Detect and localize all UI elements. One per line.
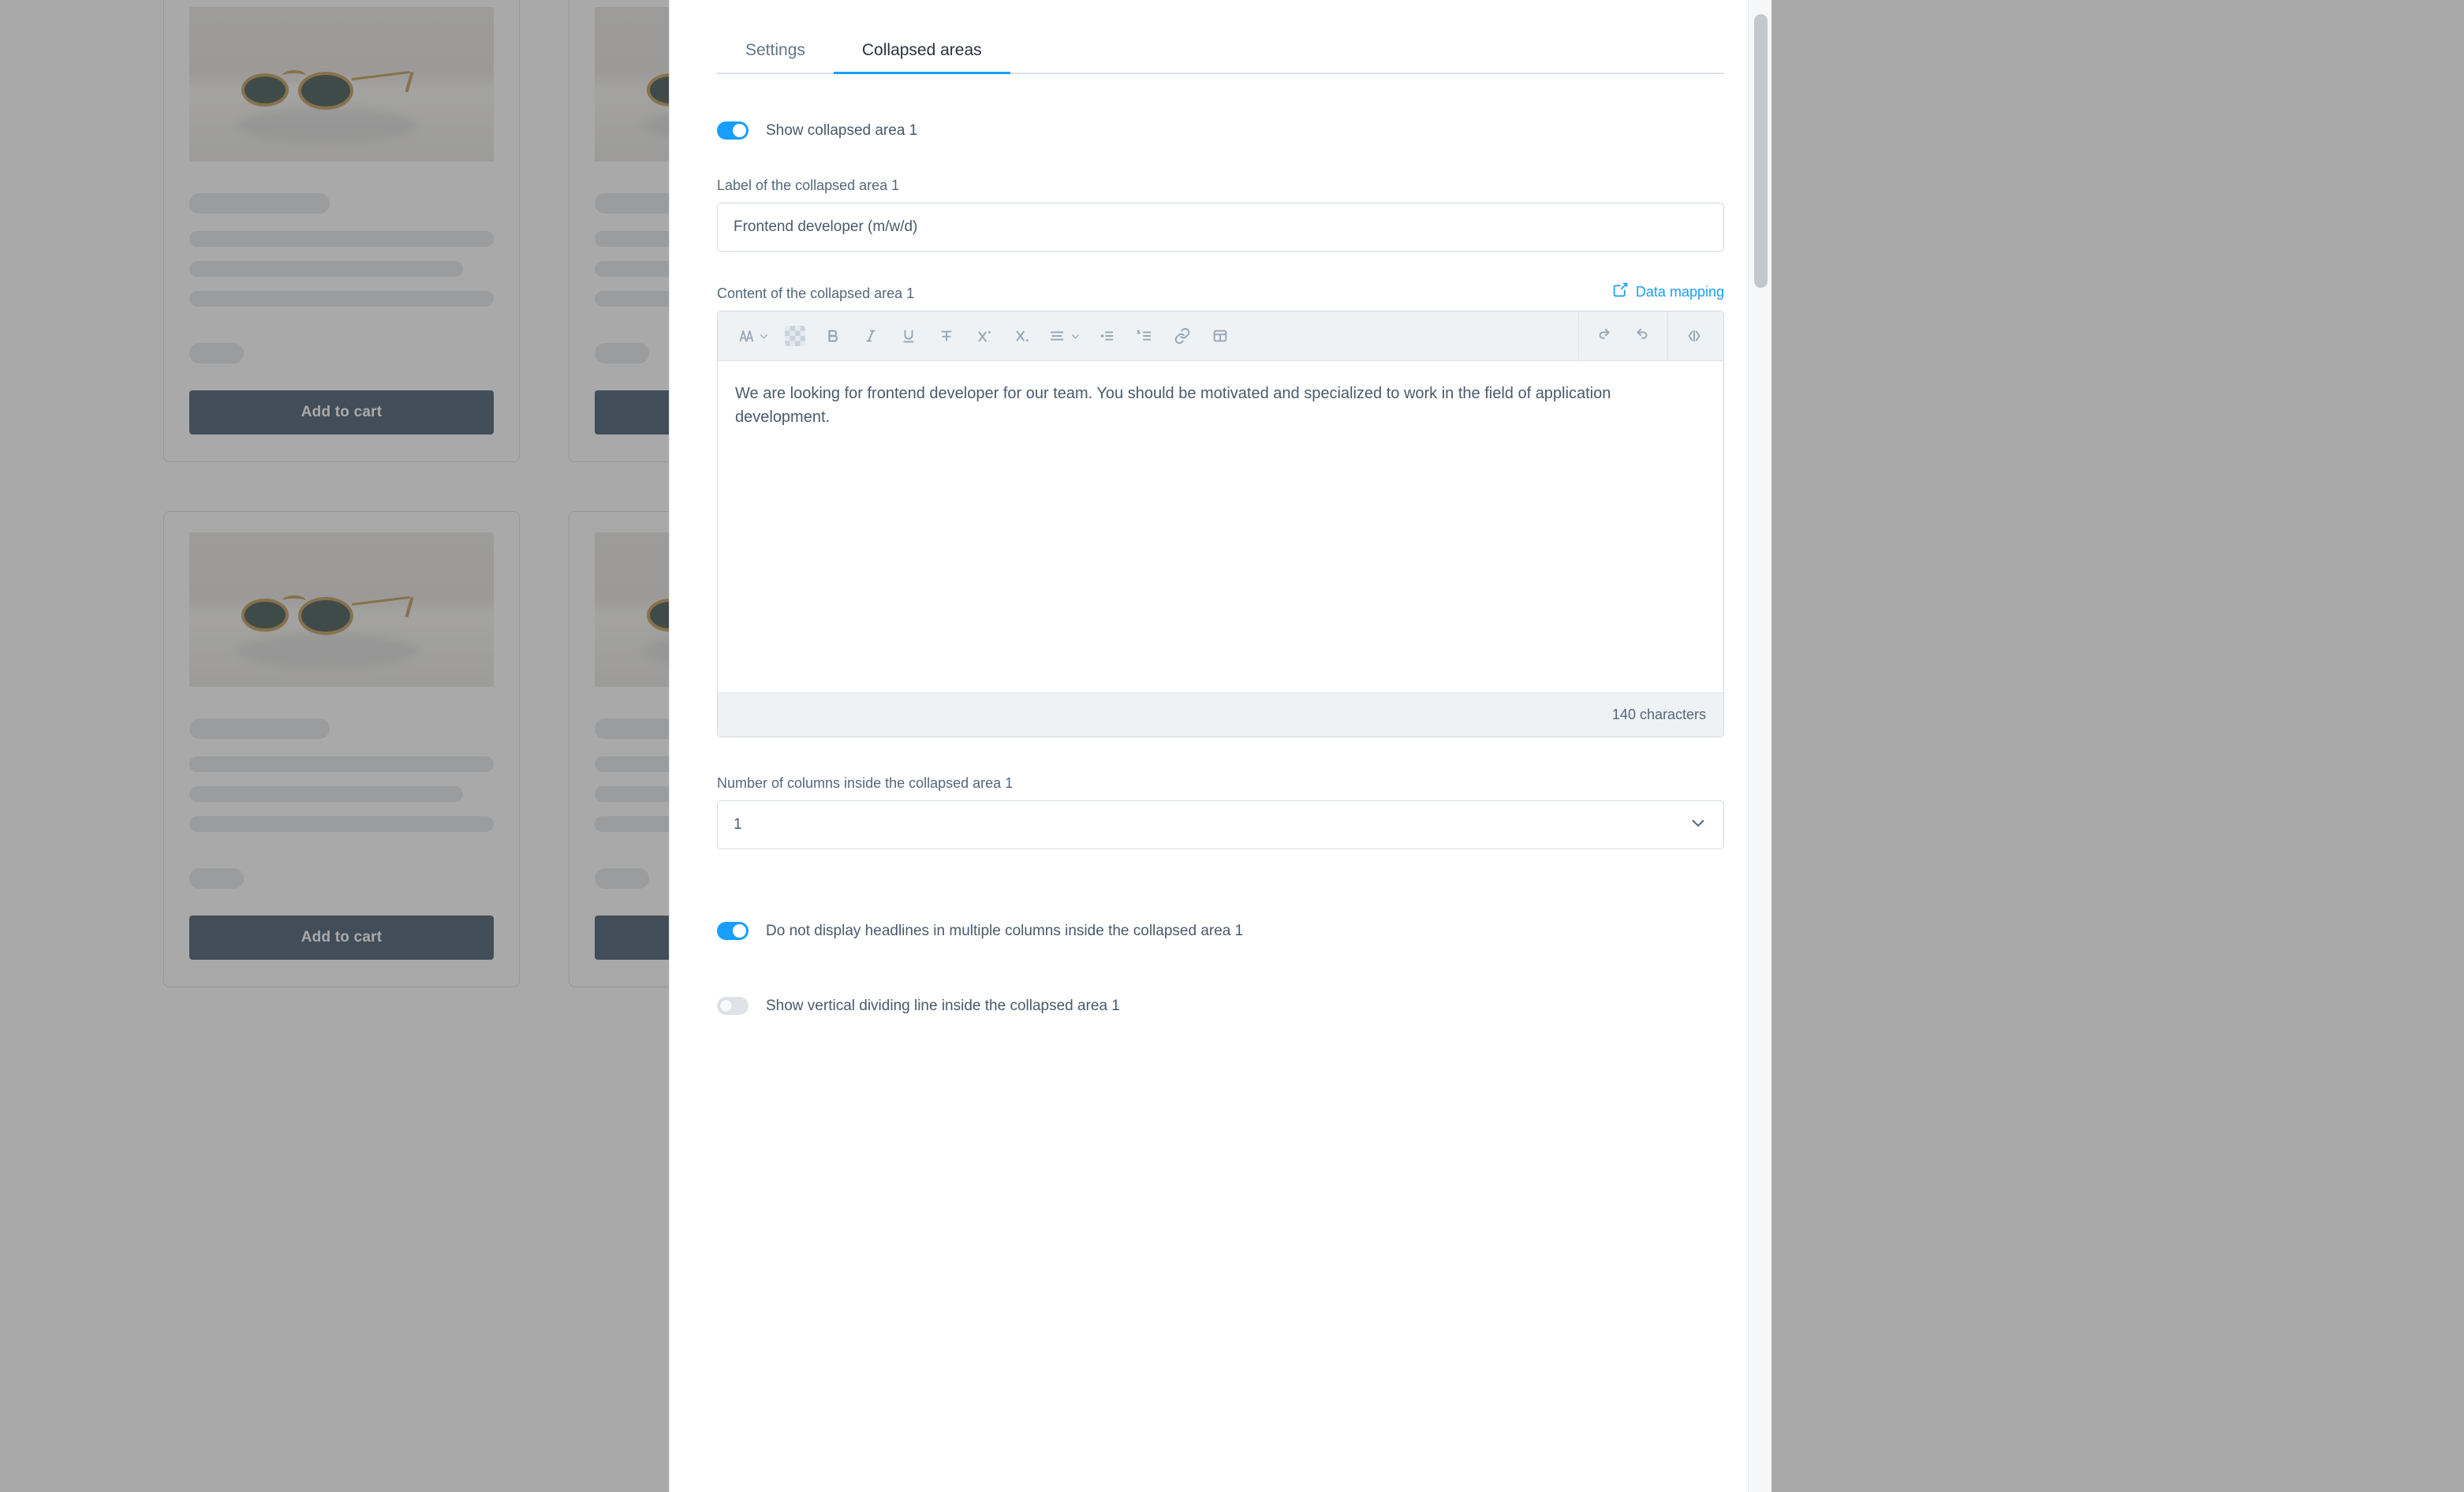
columns-select[interactable]: 1: [717, 800, 1724, 849]
modal-scroll-region: Settings Collapsed areas Show collapsed …: [670, 0, 1771, 1492]
font-style-icon[interactable]: [730, 319, 775, 353]
modal-scrollbar-track[interactable]: [1748, 0, 1771, 1492]
divider-toggle[interactable]: [717, 997, 749, 1015]
data-mapping-label: Data mapping: [1635, 283, 1724, 300]
toggle-knob: [733, 924, 746, 938]
toggle-knob: [719, 999, 733, 1013]
columns-select-wrapper: 1: [717, 800, 1724, 849]
editor-content-area[interactable]: We are looking for frontend developer fo…: [718, 361, 1723, 692]
modal-scrollbar-thumb[interactable]: [1754, 14, 1768, 288]
editor-toolbar-history-group: [1579, 311, 1667, 361]
italic-icon[interactable]: [853, 319, 889, 353]
divider-toggle-row: Show vertical dividing line inside the c…: [717, 997, 1724, 1015]
bullet-list-icon[interactable]: [1088, 319, 1125, 353]
label-field-input[interactable]: [717, 203, 1724, 252]
show-collapsed-area-row: Show collapsed area 1: [717, 121, 1724, 140]
tab-collapsed-areas[interactable]: Collapsed areas: [833, 30, 1010, 74]
divider-toggle-label: Show vertical dividing line inside the c…: [766, 997, 1120, 1014]
label-field-label: Label of the collapsed area 1: [717, 177, 900, 193]
editor-character-count: 140 characters: [718, 692, 1723, 737]
content-field-label-row: Content of the collapsed area 1 Data map…: [717, 282, 1724, 302]
align-icon[interactable]: [1042, 319, 1087, 353]
editor-toolbar-code-group: [1668, 311, 1720, 361]
toggle-knob: [733, 124, 746, 137]
columns-select-value: 1: [734, 816, 742, 833]
label-field-group: Label of the collapsed area 1: [717, 177, 1724, 252]
editor-toolbar-left-group: [721, 319, 1578, 353]
editor-toolbar: [718, 311, 1723, 361]
columns-field-group: Number of columns inside the collapsed a…: [717, 775, 1724, 849]
superscript-icon[interactable]: [966, 319, 1002, 353]
modal-tabs: Settings Collapsed areas: [717, 30, 1724, 74]
redo-icon[interactable]: [1623, 319, 1659, 353]
headlines-toggle-label: Do not display headlines in multiple col…: [766, 922, 1244, 939]
show-collapsed-area-toggle[interactable]: [717, 121, 749, 140]
page-root: Add to cart Add to cart Settings Collaps…: [0, 0, 2464, 1492]
table-icon[interactable]: [1202, 319, 1238, 353]
columns-field-label: Number of columns inside the collapsed a…: [717, 775, 1014, 791]
subscript-icon[interactable]: [1004, 319, 1040, 353]
data-mapping-link[interactable]: Data mapping: [1612, 282, 1724, 302]
content-field-label: Content of the collapsed area 1: [717, 285, 915, 301]
headlines-toggle-row: Do not display headlines in multiple col…: [717, 922, 1724, 940]
undo-icon[interactable]: [1587, 319, 1623, 353]
numbered-list-icon[interactable]: [1126, 319, 1163, 353]
rich-text-editor: We are looking for frontend developer fo…: [717, 311, 1724, 737]
external-link-icon: [1612, 282, 1629, 302]
link-icon[interactable]: [1164, 319, 1200, 353]
strikethrough-icon[interactable]: [928, 319, 965, 353]
collapsed-areas-modal: Settings Collapsed areas Show collapsed …: [669, 0, 1771, 1492]
tab-settings[interactable]: Settings: [717, 30, 834, 73]
code-view-icon[interactable]: [1676, 319, 1712, 353]
color-checkerboard-icon: [785, 326, 805, 346]
text-color-swatch-icon[interactable]: [777, 319, 813, 353]
underline-icon[interactable]: [890, 319, 927, 353]
show-collapsed-area-label: Show collapsed area 1: [766, 121, 918, 139]
headlines-toggle[interactable]: [717, 922, 749, 940]
bold-icon[interactable]: [815, 319, 851, 353]
content-field-group: Content of the collapsed area 1 Data map…: [717, 282, 1724, 737]
